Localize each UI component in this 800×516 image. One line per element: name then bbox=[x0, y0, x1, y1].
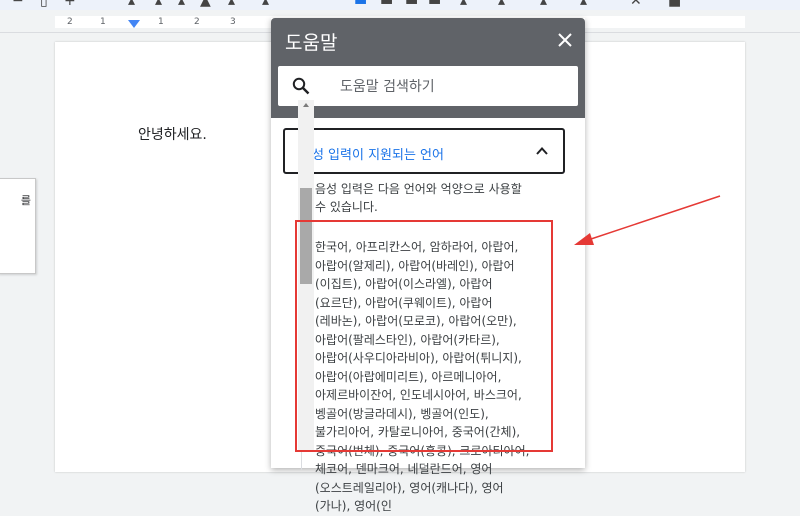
zoom-minus-icon[interactable]: − bbox=[12, 0, 24, 8]
numbered-list-icon[interactable]: ▴ bbox=[580, 0, 587, 8]
toolbar: − ▯ + ▴ ▴ ▴ ▲ ▴ ▴ ▬ ▬ ▬ ▬ ▴ ▴ ▴ ▴ ✕ ■ bbox=[0, 0, 800, 10]
search-icon bbox=[292, 77, 310, 95]
scrollbar-thumb[interactable] bbox=[300, 188, 312, 284]
text-color-icon[interactable]: ▲ bbox=[200, 0, 211, 8]
bold-icon[interactable]: ▴ bbox=[128, 0, 135, 8]
close-icon[interactable] bbox=[557, 32, 573, 48]
ruler-number: 3 bbox=[230, 17, 236, 27]
help-header: 도움말 bbox=[271, 18, 585, 118]
align-left-icon[interactable]: ▬ bbox=[354, 0, 367, 8]
font-size-plus-icon[interactable]: + bbox=[64, 0, 76, 8]
ruler-number: 1 bbox=[158, 17, 164, 27]
chevron-up-icon bbox=[536, 147, 548, 155]
side-panel-text: 를 bbox=[20, 194, 31, 207]
align-center-icon[interactable]: ▬ bbox=[380, 0, 393, 8]
indent-marker[interactable] bbox=[128, 20, 140, 28]
link-icon[interactable]: ▴ bbox=[262, 0, 269, 8]
align-right-icon[interactable]: ▬ bbox=[405, 0, 418, 8]
ruler-number: 2 bbox=[194, 17, 200, 27]
intro-text: 음성 입력은 다음 언어와 억양으로 사용할 수 있습니다. bbox=[315, 182, 522, 214]
align-justify-icon[interactable]: ▬ bbox=[428, 0, 441, 8]
line-spacing-icon[interactable]: ▴ bbox=[460, 0, 467, 8]
highlight-icon[interactable]: ▴ bbox=[228, 0, 235, 8]
bullet-list-icon[interactable]: ▴ bbox=[540, 0, 547, 8]
accordion-title: 음성 입력이 지원되는 언어 bbox=[300, 148, 444, 163]
scroll-up-icon[interactable] bbox=[303, 103, 309, 107]
underline-icon[interactable]: ▴ bbox=[178, 0, 185, 8]
side-panel: 를 bbox=[0, 178, 36, 274]
clear-format-icon[interactable]: ✕ bbox=[630, 0, 642, 8]
accordion-voice-languages[interactable]: 음성 입력이 지원되는 언어 bbox=[283, 128, 565, 174]
help-body: 음성 입력이 지원되는 언어 음성 입력은 다음 언어와 억양으로 사용할 수 … bbox=[271, 118, 585, 513]
help-title: 도움말 bbox=[285, 32, 338, 54]
input-tools-icon[interactable]: ■ bbox=[668, 0, 681, 8]
search-input[interactable] bbox=[338, 75, 567, 99]
languages-list: 한국어, 아프리칸스어, 암하라어, 아랍어, 아랍어(알제리), 아랍어(바레… bbox=[315, 240, 530, 513]
font-size-icon[interactable]: ▯ bbox=[40, 0, 48, 8]
ruler-number: 2 bbox=[67, 17, 73, 27]
checklist-icon[interactable]: ▴ bbox=[498, 0, 505, 8]
search-box[interactable] bbox=[278, 66, 578, 106]
ruler-number: 1 bbox=[100, 17, 106, 27]
help-dialog: 도움말 음성 입력이 지원되는 언어 음성 입력은 다음 언어와 억양으로 사용… bbox=[271, 18, 585, 513]
document-text[interactable]: 안녕하세요. bbox=[138, 124, 207, 144]
italic-icon[interactable]: ▴ bbox=[155, 0, 162, 8]
